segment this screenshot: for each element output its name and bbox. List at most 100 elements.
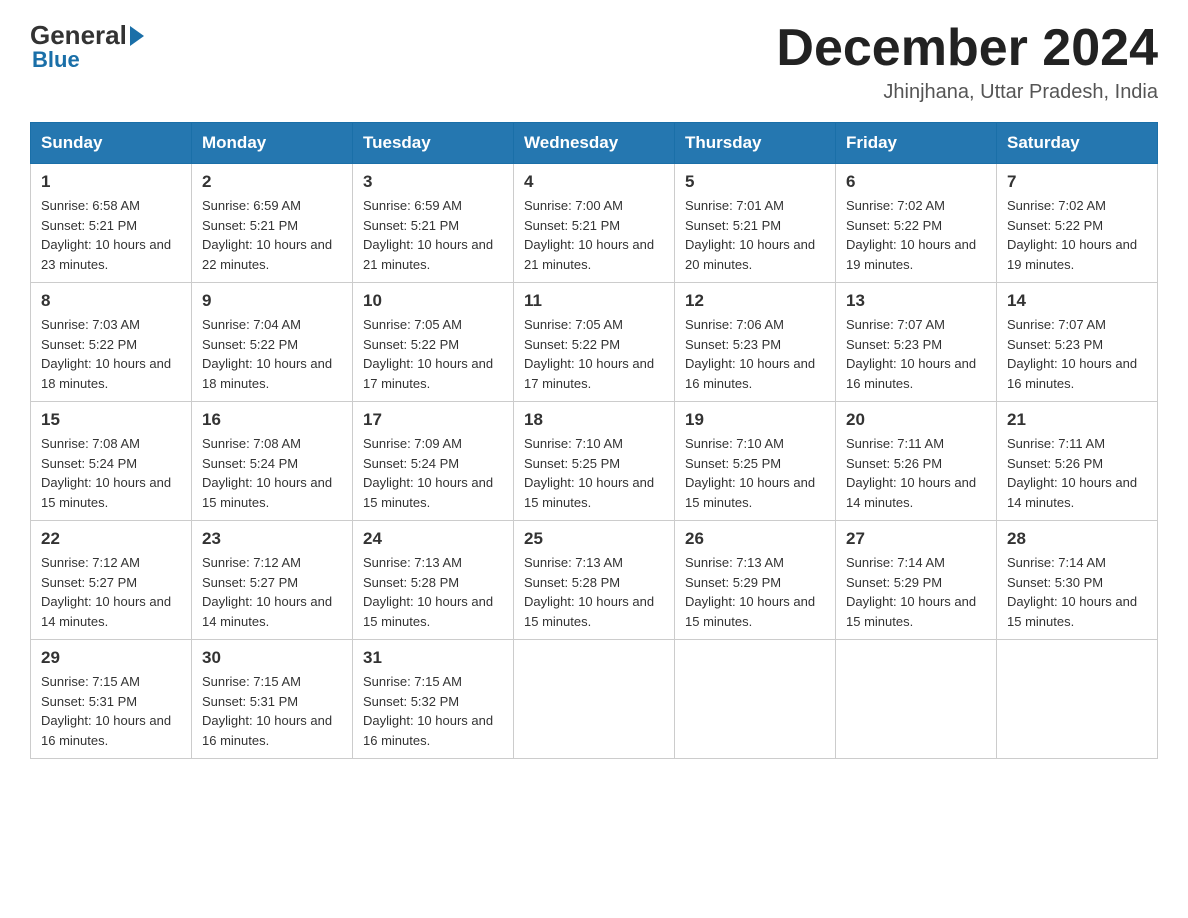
day-info: Sunrise: 7:02 AM Sunset: 5:22 PM Dayligh… — [1007, 196, 1147, 274]
day-info: Sunrise: 7:05 AM Sunset: 5:22 PM Dayligh… — [363, 315, 503, 393]
daylight-label: Daylight: 10 hours and 21 minutes. — [524, 237, 654, 272]
header-saturday: Saturday — [997, 123, 1158, 164]
day-number: 6 — [846, 172, 986, 192]
day-number: 16 — [202, 410, 342, 430]
day-number: 19 — [685, 410, 825, 430]
header-friday: Friday — [836, 123, 997, 164]
daylight-label: Daylight: 10 hours and 17 minutes. — [363, 356, 493, 391]
sunset-label: Sunset: 5:22 PM — [41, 337, 137, 352]
sunrise-label: Sunrise: 7:03 AM — [41, 317, 140, 332]
sunrise-label: Sunrise: 6:59 AM — [363, 198, 462, 213]
sunset-label: Sunset: 5:23 PM — [846, 337, 942, 352]
day-number: 17 — [363, 410, 503, 430]
daylight-label: Daylight: 10 hours and 15 minutes. — [524, 594, 654, 629]
table-row: 13 Sunrise: 7:07 AM Sunset: 5:23 PM Dayl… — [836, 283, 997, 402]
day-info: Sunrise: 7:00 AM Sunset: 5:21 PM Dayligh… — [524, 196, 664, 274]
daylight-label: Daylight: 10 hours and 22 minutes. — [202, 237, 332, 272]
daylight-label: Daylight: 10 hours and 20 minutes. — [685, 237, 815, 272]
sunset-label: Sunset: 5:22 PM — [846, 218, 942, 233]
sunrise-label: Sunrise: 7:11 AM — [1007, 436, 1105, 451]
daylight-label: Daylight: 10 hours and 19 minutes. — [846, 237, 976, 272]
sunrise-label: Sunrise: 6:58 AM — [41, 198, 140, 213]
day-number: 24 — [363, 529, 503, 549]
day-number: 4 — [524, 172, 664, 192]
day-info: Sunrise: 7:15 AM Sunset: 5:32 PM Dayligh… — [363, 672, 503, 750]
weekday-header-row: Sunday Monday Tuesday Wednesday Thursday… — [31, 123, 1158, 164]
sunset-label: Sunset: 5:29 PM — [846, 575, 942, 590]
daylight-label: Daylight: 10 hours and 15 minutes. — [685, 475, 815, 510]
sunset-label: Sunset: 5:31 PM — [41, 694, 137, 709]
sunrise-label: Sunrise: 6:59 AM — [202, 198, 301, 213]
day-number: 29 — [41, 648, 181, 668]
day-info: Sunrise: 7:07 AM Sunset: 5:23 PM Dayligh… — [846, 315, 986, 393]
day-info: Sunrise: 7:10 AM Sunset: 5:25 PM Dayligh… — [524, 434, 664, 512]
sunset-label: Sunset: 5:28 PM — [524, 575, 620, 590]
day-info: Sunrise: 7:15 AM Sunset: 5:31 PM Dayligh… — [41, 672, 181, 750]
day-info: Sunrise: 7:09 AM Sunset: 5:24 PM Dayligh… — [363, 434, 503, 512]
day-number: 7 — [1007, 172, 1147, 192]
sunset-label: Sunset: 5:26 PM — [1007, 456, 1103, 471]
daylight-label: Daylight: 10 hours and 14 minutes. — [202, 594, 332, 629]
sunset-label: Sunset: 5:21 PM — [363, 218, 459, 233]
daylight-label: Daylight: 10 hours and 14 minutes. — [41, 594, 171, 629]
header-monday: Monday — [192, 123, 353, 164]
header-sunday: Sunday — [31, 123, 192, 164]
daylight-label: Daylight: 10 hours and 14 minutes. — [846, 475, 976, 510]
sunset-label: Sunset: 5:23 PM — [685, 337, 781, 352]
sunset-label: Sunset: 5:25 PM — [524, 456, 620, 471]
daylight-label: Daylight: 10 hours and 16 minutes. — [1007, 356, 1137, 391]
daylight-label: Daylight: 10 hours and 16 minutes. — [685, 356, 815, 391]
sunset-label: Sunset: 5:24 PM — [202, 456, 298, 471]
day-info: Sunrise: 7:03 AM Sunset: 5:22 PM Dayligh… — [41, 315, 181, 393]
daylight-label: Daylight: 10 hours and 14 minutes. — [1007, 475, 1137, 510]
sunrise-label: Sunrise: 7:10 AM — [685, 436, 784, 451]
sunset-label: Sunset: 5:31 PM — [202, 694, 298, 709]
day-number: 12 — [685, 291, 825, 311]
daylight-label: Daylight: 10 hours and 18 minutes. — [41, 356, 171, 391]
daylight-label: Daylight: 10 hours and 15 minutes. — [363, 475, 493, 510]
day-info: Sunrise: 6:59 AM Sunset: 5:21 PM Dayligh… — [363, 196, 503, 274]
location-title: Jhinjhana, Uttar Pradesh, India — [776, 81, 1158, 104]
day-info: Sunrise: 7:13 AM Sunset: 5:28 PM Dayligh… — [363, 553, 503, 631]
title-section: December 2024 Jhinjhana, Uttar Pradesh, … — [776, 20, 1158, 104]
table-row: 29 Sunrise: 7:15 AM Sunset: 5:31 PM Dayl… — [31, 640, 192, 759]
sunrise-label: Sunrise: 7:04 AM — [202, 317, 301, 332]
sunrise-label: Sunrise: 7:09 AM — [363, 436, 462, 451]
sunset-label: Sunset: 5:30 PM — [1007, 575, 1103, 590]
day-number: 11 — [524, 291, 664, 311]
table-row: 5 Sunrise: 7:01 AM Sunset: 5:21 PM Dayli… — [675, 164, 836, 283]
day-number: 13 — [846, 291, 986, 311]
table-row: 8 Sunrise: 7:03 AM Sunset: 5:22 PM Dayli… — [31, 283, 192, 402]
day-info: Sunrise: 7:01 AM Sunset: 5:21 PM Dayligh… — [685, 196, 825, 274]
sunrise-label: Sunrise: 7:14 AM — [1007, 555, 1106, 570]
day-number: 9 — [202, 291, 342, 311]
daylight-label: Daylight: 10 hours and 17 minutes. — [524, 356, 654, 391]
sunset-label: Sunset: 5:22 PM — [1007, 218, 1103, 233]
sunset-label: Sunset: 5:25 PM — [685, 456, 781, 471]
sunset-label: Sunset: 5:21 PM — [41, 218, 137, 233]
sunset-label: Sunset: 5:22 PM — [524, 337, 620, 352]
month-title: December 2024 — [776, 20, 1158, 77]
daylight-label: Daylight: 10 hours and 23 minutes. — [41, 237, 171, 272]
sunrise-label: Sunrise: 7:13 AM — [685, 555, 784, 570]
header-wednesday: Wednesday — [514, 123, 675, 164]
day-info: Sunrise: 7:10 AM Sunset: 5:25 PM Dayligh… — [685, 434, 825, 512]
sunrise-label: Sunrise: 7:14 AM — [846, 555, 945, 570]
daylight-label: Daylight: 10 hours and 16 minutes. — [41, 713, 171, 748]
daylight-label: Daylight: 10 hours and 15 minutes. — [1007, 594, 1137, 629]
table-row: 28 Sunrise: 7:14 AM Sunset: 5:30 PM Dayl… — [997, 521, 1158, 640]
daylight-label: Daylight: 10 hours and 15 minutes. — [846, 594, 976, 629]
sunrise-label: Sunrise: 7:12 AM — [41, 555, 140, 570]
day-number: 28 — [1007, 529, 1147, 549]
sunrise-label: Sunrise: 7:13 AM — [524, 555, 623, 570]
daylight-label: Daylight: 10 hours and 16 minutes. — [363, 713, 493, 748]
table-row: 26 Sunrise: 7:13 AM Sunset: 5:29 PM Dayl… — [675, 521, 836, 640]
daylight-label: Daylight: 10 hours and 21 minutes. — [363, 237, 493, 272]
table-row: 27 Sunrise: 7:14 AM Sunset: 5:29 PM Dayl… — [836, 521, 997, 640]
sunrise-label: Sunrise: 7:01 AM — [685, 198, 784, 213]
logo-arrow-icon — [130, 26, 144, 46]
day-info: Sunrise: 7:15 AM Sunset: 5:31 PM Dayligh… — [202, 672, 342, 750]
sunset-label: Sunset: 5:21 PM — [685, 218, 781, 233]
table-row: 1 Sunrise: 6:58 AM Sunset: 5:21 PM Dayli… — [31, 164, 192, 283]
sunrise-label: Sunrise: 7:05 AM — [363, 317, 462, 332]
